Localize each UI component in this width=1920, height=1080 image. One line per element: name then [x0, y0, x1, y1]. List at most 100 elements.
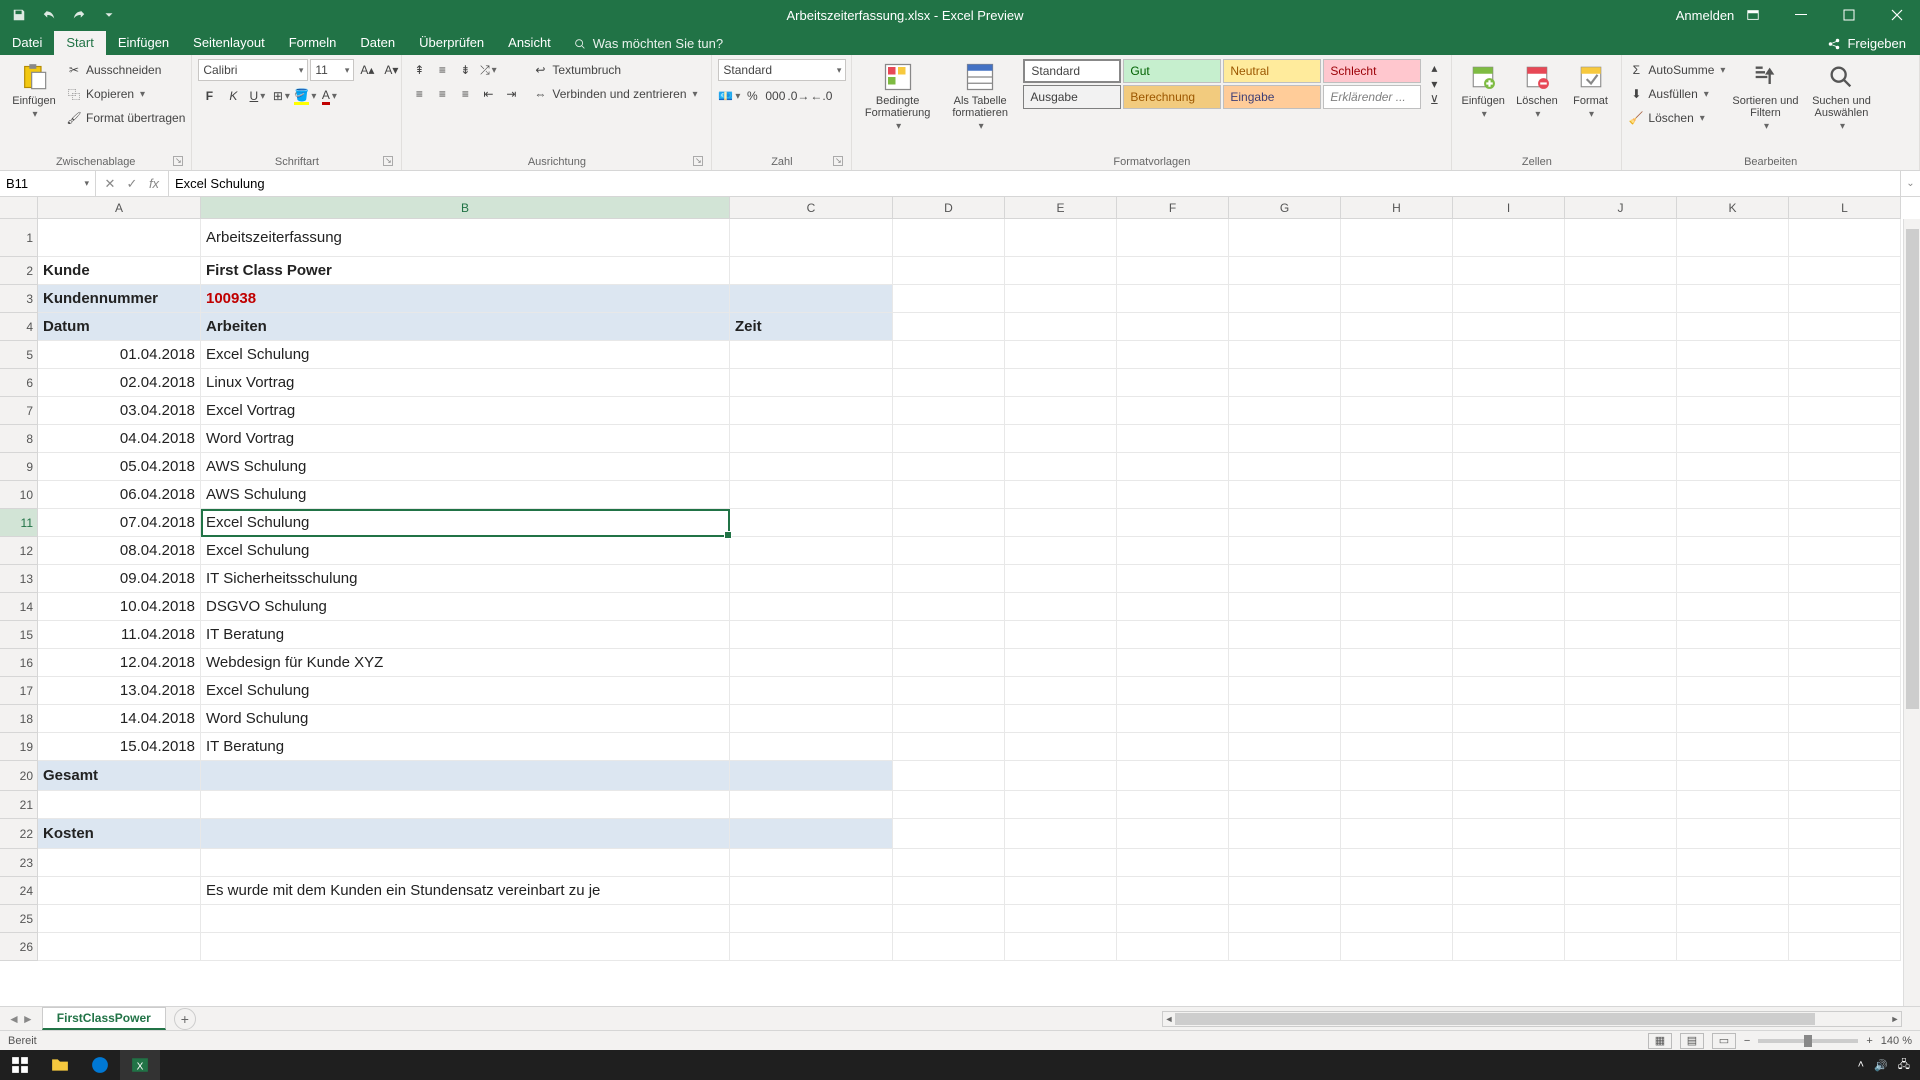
cell[interactable] [1005, 733, 1117, 761]
cell[interactable] [1005, 877, 1117, 905]
cell[interactable] [1341, 849, 1453, 877]
cell[interactable] [893, 453, 1005, 481]
cell[interactable] [1341, 791, 1453, 819]
new-sheet-button[interactable]: + [174, 1008, 196, 1030]
cell[interactable] [893, 733, 1005, 761]
cell[interactable] [1565, 761, 1677, 791]
cell[interactable] [1789, 397, 1901, 425]
cell[interactable]: Arbeiten [201, 313, 730, 341]
close-button[interactable] [1874, 0, 1920, 30]
align-top-icon[interactable]: ⇞ [408, 59, 430, 81]
cell[interactable] [1341, 257, 1453, 285]
cell[interactable] [1453, 369, 1565, 397]
cell[interactable] [38, 219, 201, 257]
cell[interactable] [1565, 219, 1677, 257]
sort-filter-button[interactable]: Sortieren und Filtern▾ [1729, 59, 1801, 134]
tray-chevron-icon[interactable]: ˄ [1858, 1059, 1864, 1071]
cell[interactable] [1117, 705, 1229, 733]
cell[interactable] [1117, 593, 1229, 621]
row-header[interactable]: 23 [0, 849, 38, 877]
row-header[interactable]: 11 [0, 509, 38, 537]
cell[interactable] [1453, 677, 1565, 705]
cell[interactable] [1005, 425, 1117, 453]
cell[interactable] [1453, 761, 1565, 791]
col-header[interactable]: D [893, 197, 1005, 219]
tell-me-search[interactable]: Was möchten Sie tun? [563, 32, 733, 55]
hscroll-thumb[interactable] [1175, 1013, 1815, 1025]
cell[interactable] [1789, 481, 1901, 509]
cell[interactable] [1341, 565, 1453, 593]
font-size-combo[interactable]: 11▾ [310, 59, 354, 81]
cell[interactable] [893, 341, 1005, 369]
cell[interactable] [1229, 705, 1341, 733]
format-painter-button[interactable]: 🖌Format übertragen [66, 107, 185, 129]
cell[interactable] [1341, 397, 1453, 425]
select-all-corner[interactable] [0, 197, 38, 219]
cell[interactable]: Linux Vortrag [201, 369, 730, 397]
ribbon-display-icon[interactable] [1730, 0, 1776, 30]
cell[interactable] [1117, 761, 1229, 791]
cell[interactable] [1341, 705, 1453, 733]
cell[interactable] [730, 509, 893, 537]
row-header[interactable]: 7 [0, 397, 38, 425]
col-header[interactable]: K [1677, 197, 1789, 219]
expand-formula-bar-icon[interactable]: ⌄ [1900, 171, 1920, 196]
horizontal-scrollbar[interactable]: ◄ ► [1162, 1011, 1902, 1027]
cell[interactable] [201, 905, 730, 933]
align-middle-icon[interactable]: ≡ [431, 59, 453, 81]
col-header[interactable]: E [1005, 197, 1117, 219]
cell[interactable] [1117, 733, 1229, 761]
cell[interactable] [1341, 509, 1453, 537]
cell[interactable] [893, 905, 1005, 933]
cell[interactable] [1117, 621, 1229, 649]
copy-button[interactable]: ⿻Kopieren▾ [66, 83, 185, 105]
cell[interactable] [730, 933, 893, 961]
col-header[interactable]: F [1117, 197, 1229, 219]
cell[interactable] [1005, 285, 1117, 313]
cell[interactable] [1789, 537, 1901, 565]
cell[interactable] [893, 537, 1005, 565]
cell[interactable] [1789, 761, 1901, 791]
cell[interactable] [1453, 285, 1565, 313]
tab-formulas[interactable]: Formeln [277, 31, 349, 55]
cell[interactable] [1789, 219, 1901, 257]
cell[interactable] [1453, 705, 1565, 733]
align-center-icon[interactable]: ≡ [431, 83, 453, 105]
cancel-formula-icon[interactable]: ✕ [100, 174, 120, 194]
cell[interactable] [1565, 257, 1677, 285]
insert-function-icon[interactable]: fx [144, 174, 164, 194]
cell[interactable] [1565, 791, 1677, 819]
cell[interactable] [1565, 705, 1677, 733]
cell[interactable] [730, 649, 893, 677]
conditional-formatting-button[interactable]: Bedingte Formatierung▾ [858, 59, 937, 134]
cell[interactable] [1229, 509, 1341, 537]
cell[interactable] [1677, 849, 1789, 877]
share-button[interactable]: Freigeben [1813, 32, 1920, 55]
cell[interactable] [1789, 677, 1901, 705]
zoom-slider[interactable] [1758, 1039, 1858, 1043]
row-header[interactable]: 24 [0, 877, 38, 905]
cell[interactable] [1117, 649, 1229, 677]
cell[interactable] [1229, 397, 1341, 425]
cell[interactable] [1789, 565, 1901, 593]
styles-scroll-up-icon[interactable]: ▴ [1423, 60, 1445, 76]
cell[interactable] [1677, 425, 1789, 453]
cell[interactable] [730, 819, 893, 849]
format-cells-button[interactable]: Format▾ [1566, 59, 1616, 122]
align-left-icon[interactable]: ≡ [408, 83, 430, 105]
cell[interactable] [1117, 791, 1229, 819]
align-bottom-icon[interactable]: ⇟ [454, 59, 476, 81]
cell[interactable] [1565, 819, 1677, 849]
row-header[interactable]: 15 [0, 621, 38, 649]
cell[interactable] [1229, 453, 1341, 481]
cell[interactable]: Excel Schulung [201, 509, 730, 537]
font-color-button[interactable]: A▾ [318, 85, 340, 107]
cell[interactable] [1677, 705, 1789, 733]
cell[interactable] [730, 761, 893, 791]
cell[interactable] [1229, 733, 1341, 761]
row-header[interactable]: 21 [0, 791, 38, 819]
cell[interactable] [730, 425, 893, 453]
cell[interactable] [1229, 649, 1341, 677]
tab-review[interactable]: Überprüfen [407, 31, 496, 55]
cell[interactable] [1677, 733, 1789, 761]
